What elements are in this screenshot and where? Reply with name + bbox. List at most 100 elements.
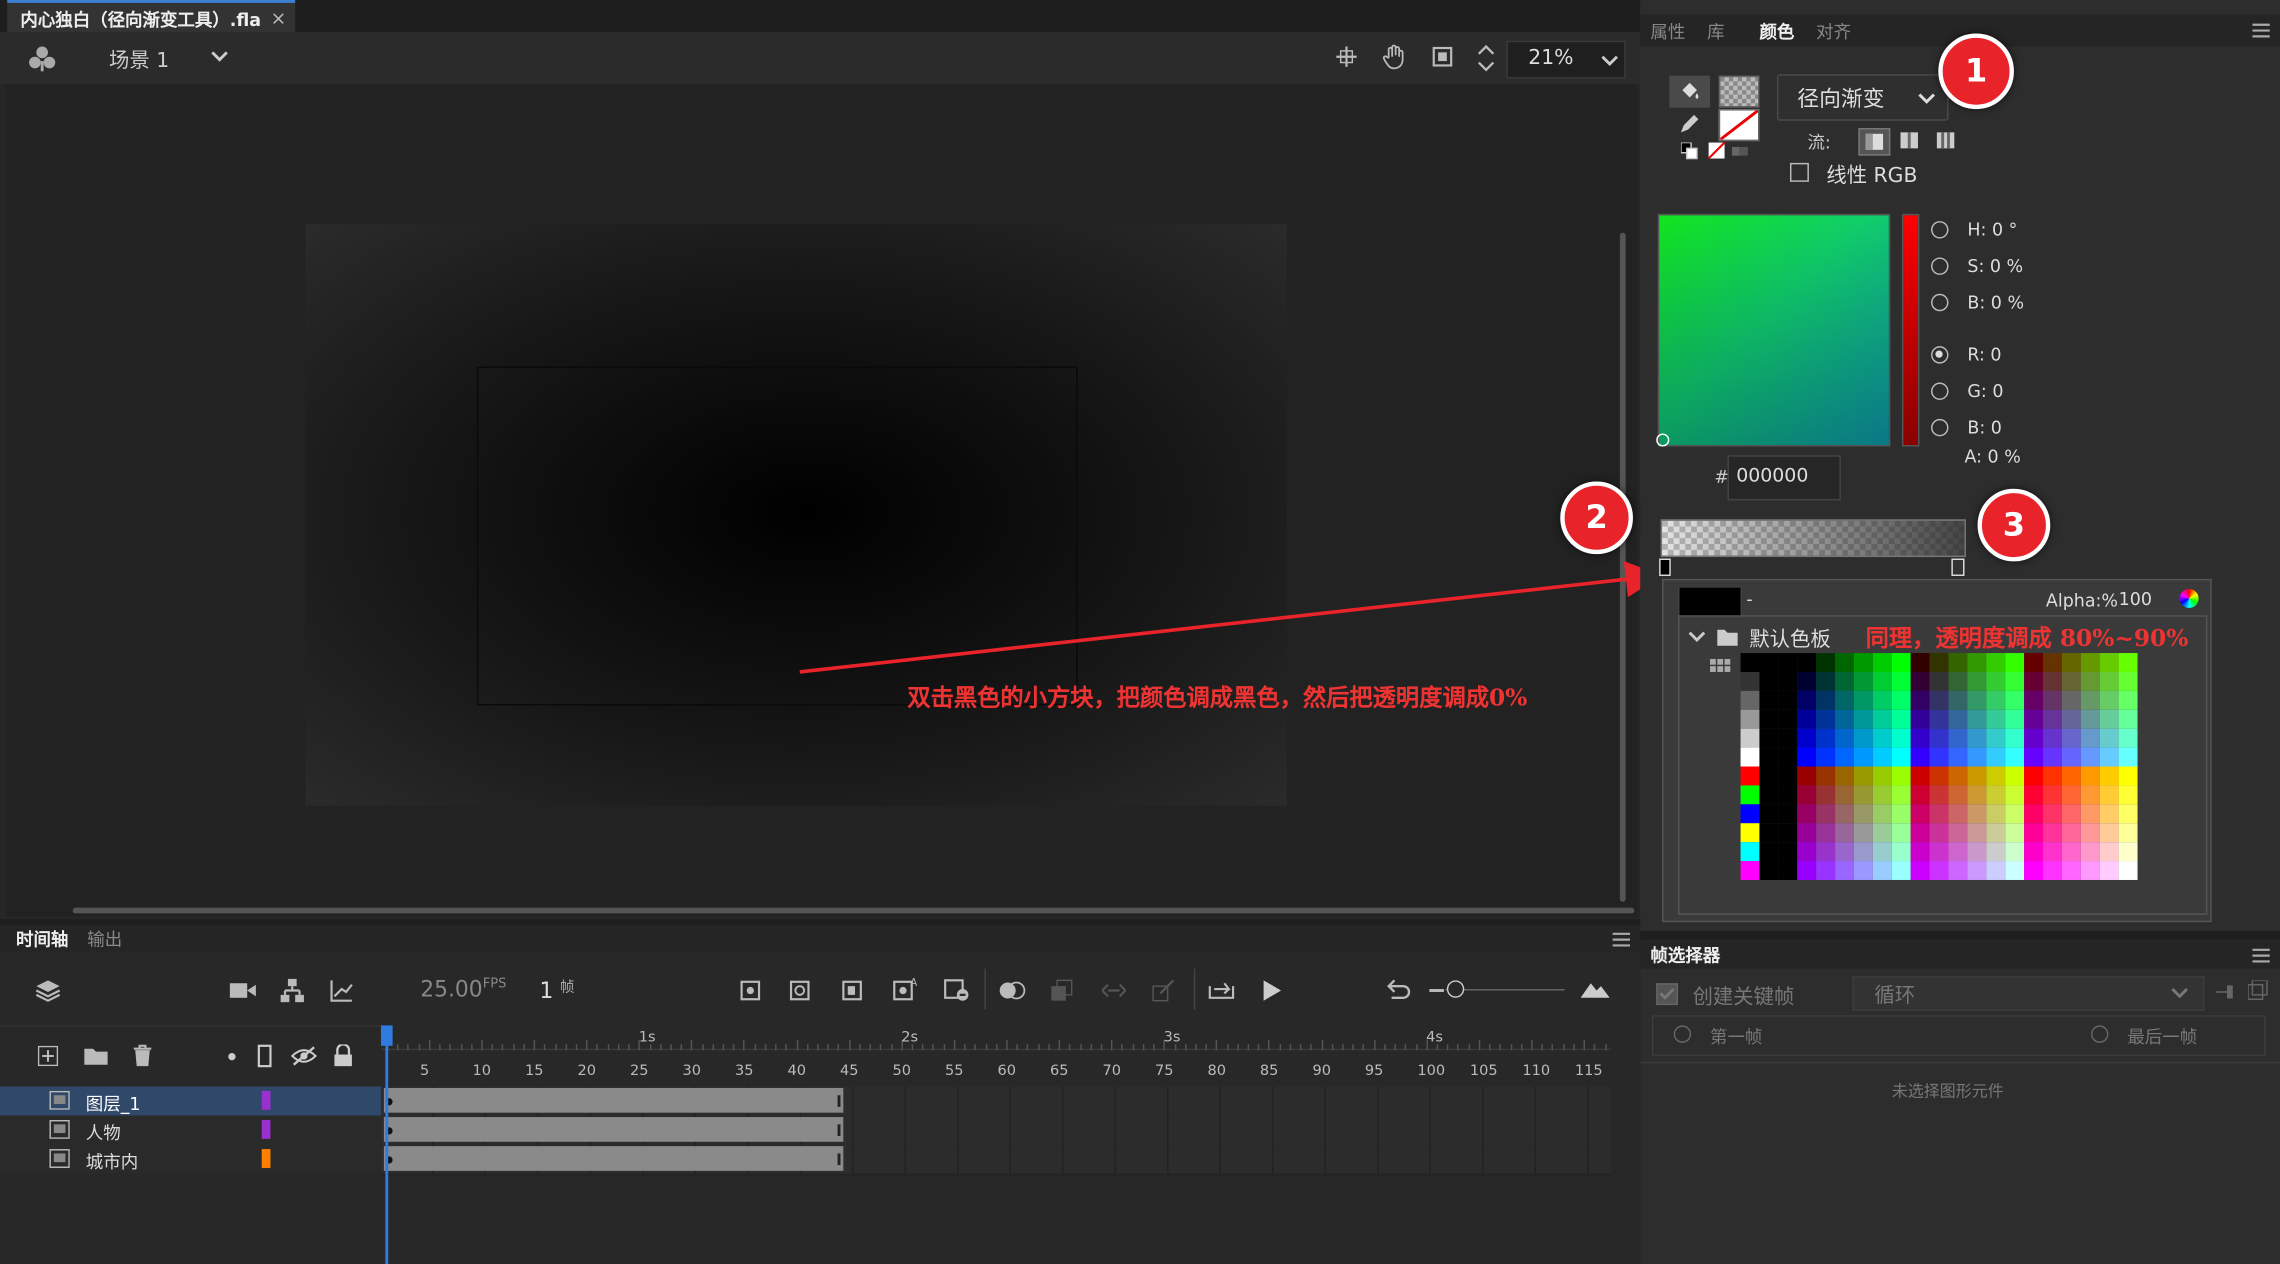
frame-track[interactable] bbox=[380, 1115, 1612, 1147]
palette-swatch[interactable] bbox=[1929, 653, 1949, 672]
layer-color-swatch[interactable] bbox=[261, 1149, 271, 1168]
tab-library[interactable]: 库 bbox=[1707, 19, 1724, 44]
palette-swatch[interactable] bbox=[2099, 823, 2119, 843]
palette-swatch[interactable] bbox=[1967, 690, 1987, 710]
palette-swatch[interactable] bbox=[2043, 728, 2062, 748]
palette-swatch[interactable] bbox=[1986, 728, 2006, 748]
palette-swatch[interactable] bbox=[1740, 690, 1760, 710]
palette-swatch[interactable] bbox=[2061, 709, 2081, 729]
palette-swatch[interactable] bbox=[1948, 766, 1968, 786]
remove-frame-icon[interactable] bbox=[944, 979, 970, 1002]
onion-skin-icon[interactable] bbox=[998, 979, 1027, 1002]
palette-swatch[interactable] bbox=[1986, 709, 2006, 729]
palette-swatch[interactable] bbox=[1948, 747, 1968, 767]
palette-swatch[interactable] bbox=[1910, 709, 1930, 729]
palette-swatch[interactable] bbox=[1891, 785, 1911, 805]
palette-swatch[interactable] bbox=[2024, 842, 2044, 862]
palette-swatch[interactable] bbox=[1891, 671, 1911, 691]
palette-swatch[interactable] bbox=[1853, 690, 1873, 710]
stage-vertical-scrollbar[interactable] bbox=[1619, 232, 1626, 902]
palette-swatch[interactable] bbox=[2061, 804, 2081, 824]
camera-icon[interactable] bbox=[229, 980, 256, 1000]
flow-repeat-button[interactable] bbox=[1931, 128, 1960, 153]
radio-b[interactable] bbox=[1931, 293, 1949, 312]
palette-swatch[interactable] bbox=[1910, 785, 1930, 805]
palette-swatch[interactable] bbox=[1948, 861, 1968, 880]
palette-swatch[interactable] bbox=[1835, 671, 1854, 691]
palette-swatch[interactable] bbox=[1797, 690, 1817, 710]
layer-color-swatch[interactable] bbox=[261, 1090, 271, 1110]
palette-swatch[interactable] bbox=[1948, 804, 1968, 824]
palette-swatch[interactable] bbox=[1967, 747, 1987, 767]
loop-playback-icon[interactable] bbox=[1208, 977, 1235, 1000]
frame-span[interactable] bbox=[383, 1087, 845, 1113]
palette-swatch[interactable] bbox=[1910, 823, 1930, 843]
palette-swatch[interactable] bbox=[1740, 766, 1760, 786]
palette-swatch[interactable] bbox=[2099, 709, 2119, 729]
palette-swatch[interactable] bbox=[1986, 823, 2006, 843]
palette-swatch[interactable] bbox=[1740, 842, 1760, 862]
palette-swatch[interactable] bbox=[2080, 728, 2100, 748]
palette-swatch[interactable] bbox=[1778, 842, 1798, 862]
palette-swatch[interactable] bbox=[1948, 785, 1968, 805]
layer-name[interactable]: 人物 bbox=[86, 1120, 121, 1145]
palette-swatch[interactable] bbox=[1797, 671, 1817, 691]
palette-swatch[interactable] bbox=[1891, 653, 1911, 672]
palette-swatch[interactable] bbox=[1929, 804, 1949, 824]
stroke-swatch-none[interactable] bbox=[1718, 109, 1760, 142]
palette-swatch[interactable] bbox=[1759, 804, 1779, 824]
panel-menu-icon[interactable] bbox=[2252, 23, 2270, 38]
gradient-stop-left[interactable] bbox=[1659, 558, 1671, 576]
pencil-stroke-icon[interactable] bbox=[1678, 112, 1701, 135]
hand-tool-icon[interactable] bbox=[1381, 44, 1407, 70]
palette-swatch[interactable] bbox=[1891, 766, 1911, 786]
palette-swatch[interactable] bbox=[2118, 861, 2138, 880]
highlight-dot-icon[interactable] bbox=[228, 1053, 236, 1061]
palette-swatch[interactable] bbox=[2099, 728, 2119, 748]
new-folder-icon[interactable] bbox=[83, 1046, 109, 1066]
palette-swatch[interactable] bbox=[1872, 804, 1892, 824]
palette-swatch[interactable] bbox=[2005, 766, 2025, 786]
flow-reflect-button[interactable] bbox=[1895, 128, 1924, 153]
palette-swatch[interactable] bbox=[1797, 747, 1817, 767]
palette-swatch[interactable] bbox=[2043, 766, 2062, 786]
insert-blank-keyframe-icon[interactable] bbox=[789, 980, 810, 1001]
palette-swatch[interactable] bbox=[1835, 785, 1854, 805]
palette-swatch[interactable] bbox=[1910, 766, 1930, 786]
palette-swatch[interactable] bbox=[1835, 747, 1854, 767]
palette-swatch[interactable] bbox=[1872, 709, 1892, 729]
palette-grid[interactable] bbox=[1740, 653, 2138, 880]
palette-swatch[interactable] bbox=[1835, 690, 1854, 710]
palette-swatch[interactable] bbox=[1967, 653, 1987, 672]
palette-swatch[interactable] bbox=[1853, 861, 1873, 880]
layer-color-swatch[interactable] bbox=[261, 1119, 271, 1139]
palette-swatch[interactable] bbox=[1816, 861, 1836, 880]
palette-swatch[interactable] bbox=[2080, 747, 2100, 767]
palette-swatch[interactable] bbox=[2005, 690, 2025, 710]
stage-horizontal-scrollbar[interactable] bbox=[72, 907, 1635, 914]
create-tween-icon[interactable] bbox=[1101, 979, 1127, 1002]
palette-swatch[interactable] bbox=[1891, 842, 1911, 862]
palette-swatch[interactable] bbox=[1891, 690, 1911, 710]
color-wheel-icon[interactable] bbox=[2179, 589, 2199, 608]
layer-row-2[interactable]: 人物 bbox=[0, 1115, 381, 1145]
palette-swatch[interactable] bbox=[1891, 861, 1911, 880]
edit-multiple-frames-icon[interactable] bbox=[1050, 979, 1073, 1002]
palette-swatch[interactable] bbox=[2043, 747, 2062, 767]
palette-swatch[interactable] bbox=[1891, 709, 1911, 729]
palette-swatch[interactable] bbox=[2043, 842, 2062, 862]
palette-swatch[interactable] bbox=[2061, 823, 2081, 843]
palette-swatch[interactable] bbox=[1929, 747, 1949, 767]
palette-swatch[interactable] bbox=[1891, 804, 1911, 824]
palette-swatch[interactable] bbox=[1759, 671, 1779, 691]
palette-swatch[interactable] bbox=[1816, 747, 1836, 767]
palette-swatch[interactable] bbox=[2099, 671, 2119, 691]
default-colors-icon[interactable] bbox=[1680, 142, 1698, 160]
palette-swatch[interactable] bbox=[1910, 842, 1930, 862]
scene-icon[interactable] bbox=[28, 44, 57, 73]
frame-track[interactable] bbox=[380, 1144, 1612, 1176]
palette-swatch[interactable] bbox=[2080, 653, 2100, 672]
tab-timeline[interactable]: 时间轴 bbox=[16, 927, 68, 952]
palette-swatch[interactable] bbox=[1797, 728, 1817, 748]
palette-swatch[interactable] bbox=[2118, 709, 2138, 729]
